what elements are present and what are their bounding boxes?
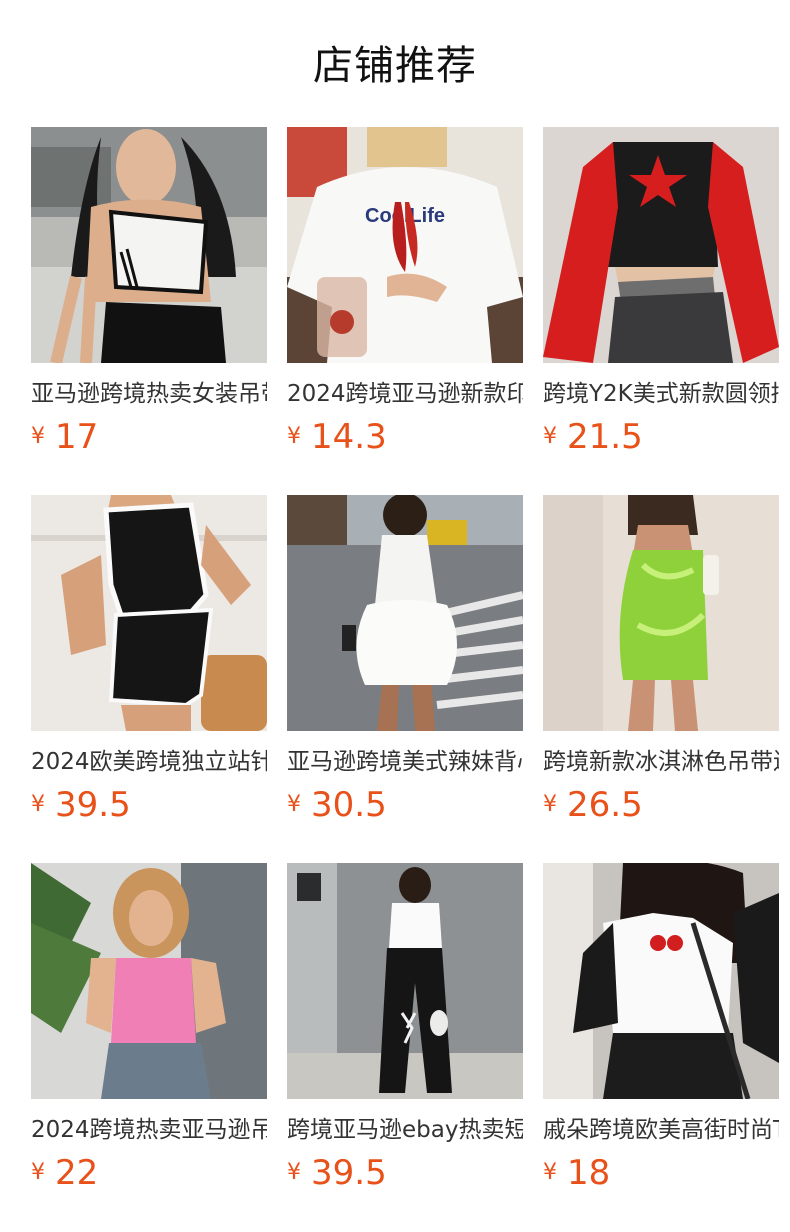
price-value: 39.5 [311,1153,387,1193]
price-value: 21.5 [567,417,643,457]
page-title: 店铺推荐 [313,43,477,89]
product-name[interactable]: 戚朵跨境欧美高街时尚T恤 [543,1113,779,1147]
product-card[interactable]: 亚马逊跨境热卖女装吊带背心 ¥17 [31,127,267,457]
product-name[interactable]: 跨境亚马逊ebay热卖短袖T恤 [287,1113,523,1147]
product-price: ¥14.3 [287,417,387,457]
product-card[interactable]: 跨境Y2K美式新款圆领拼色上衣 ¥21.5 [543,127,779,457]
price-value: 26.5 [567,785,643,825]
currency-symbol: ¥ [287,1160,301,1185]
product-card[interactable]: 2024欧美跨境独立站针织套装 ¥39.5 [31,495,267,825]
product-price: ¥39.5 [31,785,131,825]
svg-text:CoolLife: CoolLife [365,205,445,227]
price-value: 22 [55,1153,99,1193]
product-card[interactable]: 2024跨境热卖亚马逊吊带上衣 ¥22 [31,863,267,1193]
currency-symbol: ¥ [543,1160,557,1185]
currency-symbol: ¥ [31,1160,45,1185]
currency-symbol: ¥ [31,424,45,449]
product-price: ¥26.5 [543,785,643,825]
product-name[interactable]: 亚马逊跨境美式辣妹背心裙 [287,745,523,779]
product-image[interactable] [31,863,267,1099]
currency-symbol: ¥ [287,424,301,449]
currency-symbol: ¥ [543,792,557,817]
product-image[interactable] [543,495,779,731]
product-card[interactable]: 跨境亚马逊ebay热卖短袖T恤 ¥39.5 [287,863,523,1193]
currency-symbol: ¥ [543,424,557,449]
price-value: 17 [55,417,99,457]
product-image[interactable] [287,495,523,731]
product-price: ¥22 [31,1153,98,1193]
product-name[interactable]: 跨境Y2K美式新款圆领拼色上衣 [543,377,779,411]
product-name[interactable]: 2024跨境亚马逊新款印花T恤 [287,377,523,411]
product-price: ¥17 [31,417,98,457]
currency-symbol: ¥ [31,792,45,817]
price-value: 14.3 [311,417,387,457]
product-card[interactable]: 戚朵跨境欧美高街时尚T恤 ¥18 [543,863,779,1193]
product-card[interactable]: 跨境新款冰淇淋色吊带连衣裙 ¥26.5 [543,495,779,825]
product-image[interactable]: CoolLife [287,127,523,363]
product-image[interactable] [287,863,523,1099]
product-image[interactable] [31,127,267,363]
price-value: 39.5 [55,785,131,825]
product-price: ¥30.5 [287,785,387,825]
product-image[interactable] [543,863,779,1099]
product-image[interactable] [31,495,267,731]
product-image[interactable] [543,127,779,363]
product-price: ¥39.5 [287,1153,387,1193]
product-name[interactable]: 2024跨境热卖亚马逊吊带上衣 [31,1113,267,1147]
product-name[interactable]: 跨境新款冰淇淋色吊带连衣裙 [543,745,779,779]
product-name[interactable]: 2024欧美跨境独立站针织套装 [31,745,267,779]
price-value: 30.5 [311,785,387,825]
product-price: ¥18 [543,1153,610,1193]
product-price: ¥21.5 [543,417,643,457]
product-name[interactable]: 亚马逊跨境热卖女装吊带背心 [31,377,267,411]
currency-symbol: ¥ [287,792,301,817]
product-card[interactable]: CoolLife 2024跨境亚马逊新款印花T恤 ¥14.3 [287,127,523,457]
product-card[interactable]: 亚马逊跨境美式辣妹背心裙 ¥30.5 [287,495,523,825]
price-value: 18 [567,1153,611,1193]
